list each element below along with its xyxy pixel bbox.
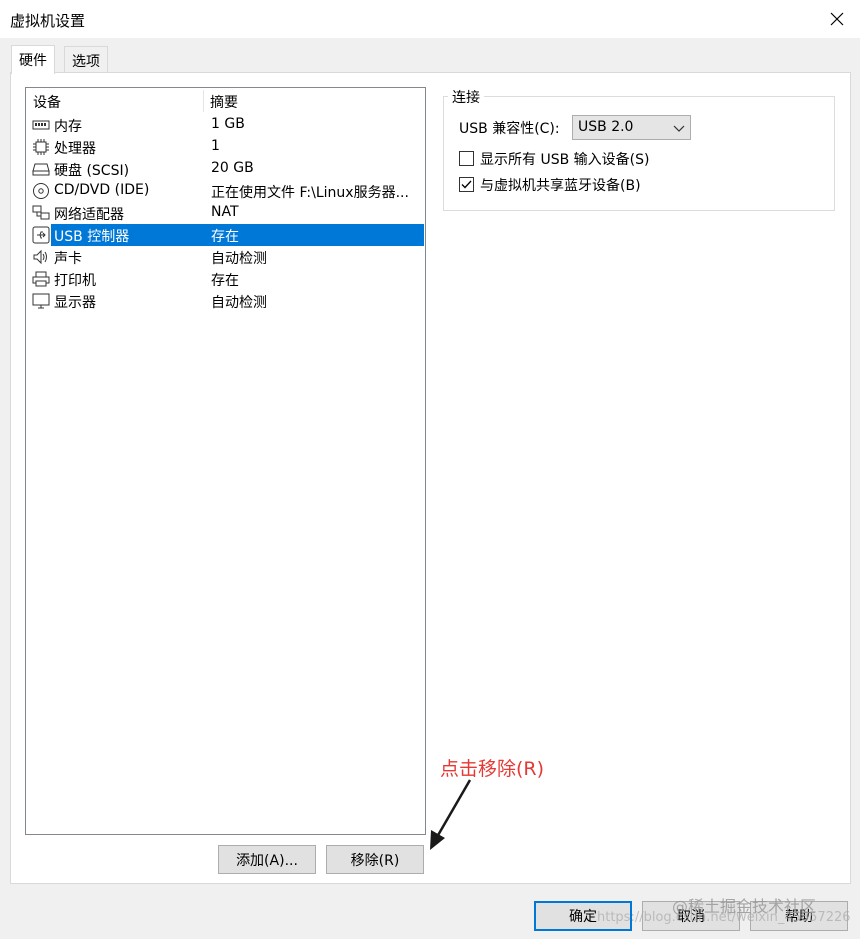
printer-icon: [32, 271, 50, 287]
device-row-hard-disk[interactable]: 硬盘 (SCSI) 20 GB: [27, 158, 424, 180]
list-header: 设备 摘要: [26, 88, 425, 112]
network-adapter-icon: [32, 205, 50, 220]
show-all-usb-label: 显示所有 USB 输入设备(S): [480, 152, 650, 168]
device-name: 处理器: [54, 141, 96, 157]
device-summary: 1: [211, 138, 220, 154]
annotation-arrow: [430, 779, 472, 850]
share-bluetooth-label: 与虚拟机共享蓝牙设备(B): [480, 178, 641, 194]
chevron-down-icon: [673, 125, 685, 132]
add-device-button[interactable]: 添加(A)...: [218, 845, 316, 874]
hard-disk-icon: [32, 163, 50, 176]
column-header-summary[interactable]: 摘要: [210, 92, 238, 112]
device-name: 硬盘 (SCSI): [54, 163, 130, 179]
device-summary: 20 GB: [211, 160, 254, 176]
device-summary: 自动检测: [211, 251, 267, 267]
watermark-url: https://blog.csdn.net/weixin_45857226: [597, 910, 851, 925]
device-row-display[interactable]: 显示器 自动检测: [27, 290, 424, 312]
device-name: 网络适配器: [54, 207, 124, 223]
device-summary: 正在使用文件 F:\Linux服务器...: [211, 185, 409, 201]
share-bluetooth-checkbox[interactable]: [459, 177, 474, 192]
window-title: 虚拟机设置: [10, 12, 86, 30]
usb-icon: [32, 226, 50, 244]
device-name: 显示器: [54, 295, 96, 311]
device-row-memory[interactable]: 内存 1 GB: [27, 114, 424, 136]
device-summary: 自动检测: [211, 295, 267, 311]
device-row-usb-controller[interactable]: USB 控制器 存在: [27, 224, 424, 246]
usb-compat-value: USB 2.0: [578, 119, 634, 135]
device-name: 打印机: [54, 273, 96, 289]
device-list[interactable]: 设备 摘要 内存 1 GB 处理器 1 硬盘 (SCSI) 20 GB CD/D…: [25, 87, 426, 835]
monitor-icon: [32, 293, 50, 309]
connection-group-title: 连接: [448, 87, 484, 107]
device-name: CD/DVD (IDE): [54, 182, 150, 198]
device-name: 内存: [54, 119, 82, 135]
device-row-processor[interactable]: 处理器 1: [27, 136, 424, 158]
device-name: USB 控制器: [54, 229, 130, 245]
checkmark-icon: [461, 180, 472, 189]
device-summary: NAT: [211, 204, 239, 220]
speaker-icon: [33, 249, 47, 265]
device-summary: 存在: [211, 273, 239, 289]
close-button[interactable]: [814, 0, 860, 38]
device-summary: 1 GB: [211, 116, 245, 132]
device-summary: 存在: [211, 229, 239, 245]
column-divider[interactable]: [203, 90, 204, 112]
device-row-sound-card[interactable]: 声卡 自动检测: [27, 246, 424, 268]
tab-hardware[interactable]: 硬件: [11, 45, 55, 74]
remove-device-button[interactable]: 移除(R): [326, 845, 424, 874]
usb-compat-select[interactable]: USB 2.0: [572, 115, 691, 140]
memory-icon: [32, 120, 50, 130]
usb-compat-label: USB 兼容性(C):: [459, 121, 560, 137]
device-row-network-adapter[interactable]: 网络适配器 NAT: [27, 202, 424, 224]
show-all-usb-checkbox[interactable]: [459, 151, 474, 166]
title-bar: 虚拟机设置: [0, 0, 860, 38]
device-row-printer[interactable]: 打印机 存在: [27, 268, 424, 290]
device-row-cd-dvd[interactable]: CD/DVD (IDE) 正在使用文件 F:\Linux服务器...: [27, 180, 424, 202]
cd-dvd-icon: [33, 183, 49, 199]
tab-options[interactable]: 选项: [64, 46, 108, 73]
column-header-device[interactable]: 设备: [33, 92, 61, 112]
device-name: 声卡: [54, 251, 82, 267]
close-icon: [830, 12, 844, 26]
processor-icon: [33, 139, 49, 155]
